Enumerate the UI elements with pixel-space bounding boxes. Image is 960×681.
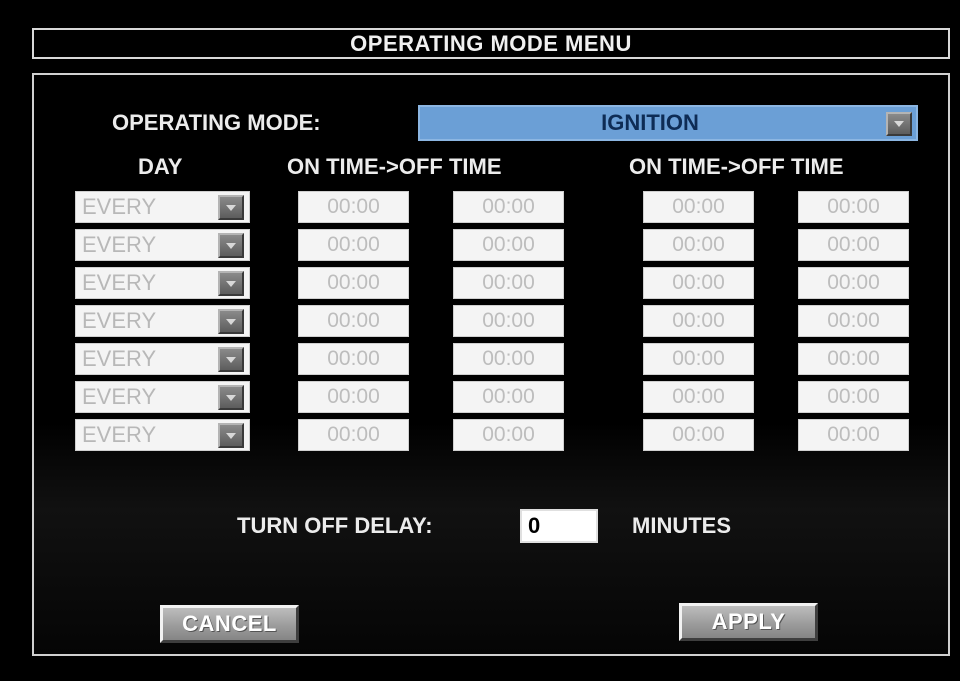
day-select[interactable]: EVERY	[75, 267, 250, 299]
day-select-value: EVERY	[82, 346, 157, 371]
day-select-value: EVERY	[82, 308, 157, 333]
day-select-value: EVERY	[82, 232, 157, 257]
off-time-1-field[interactable]: 00:00	[453, 419, 564, 451]
off-time-1-field[interactable]: 00:00	[453, 191, 564, 223]
off-time-2-field[interactable]: 00:00	[798, 343, 909, 375]
apply-button[interactable]: APPLY	[679, 603, 818, 641]
chevron-down-icon[interactable]	[886, 112, 912, 136]
off-time-2-field[interactable]: 00:00	[798, 229, 909, 261]
off-time-1-field[interactable]: 00:00	[453, 229, 564, 261]
day-select[interactable]: EVERY	[75, 343, 250, 375]
day-select-value: EVERY	[82, 422, 157, 447]
chevron-down-icon[interactable]	[218, 233, 244, 258]
on-time-2-field[interactable]: 00:00	[643, 229, 754, 261]
on-time-2-field[interactable]: 00:00	[643, 191, 754, 223]
column-header-period-1: ON TIME->OFF TIME	[287, 154, 502, 179]
cancel-button[interactable]: CANCEL	[160, 605, 299, 643]
day-select[interactable]: EVERY	[75, 381, 250, 413]
off-time-2-field[interactable]: 00:00	[798, 381, 909, 413]
on-time-2-field[interactable]: 00:00	[643, 419, 754, 451]
chevron-down-icon[interactable]	[218, 347, 244, 372]
off-time-1-field[interactable]: 00:00	[453, 267, 564, 299]
day-select[interactable]: EVERY	[75, 419, 250, 451]
on-time-1-field[interactable]: 00:00	[298, 191, 409, 223]
page-title: OPERATING MODE MENU	[350, 30, 632, 56]
column-header-day: DAY	[138, 154, 183, 179]
turn-off-delay-unit: MINUTES	[632, 513, 731, 538]
on-time-1-field[interactable]: 00:00	[298, 267, 409, 299]
on-time-2-field[interactable]: 00:00	[643, 267, 754, 299]
off-time-2-field[interactable]: 00:00	[798, 191, 909, 223]
turn-off-delay-input[interactable]	[520, 509, 598, 543]
chevron-down-icon[interactable]	[218, 271, 244, 296]
off-time-2-field[interactable]: 00:00	[798, 267, 909, 299]
turn-off-delay-label: TURN OFF DELAY:	[237, 513, 433, 538]
chevron-down-icon[interactable]	[218, 385, 244, 410]
off-time-1-field[interactable]: 00:00	[453, 381, 564, 413]
day-select[interactable]: EVERY	[75, 305, 250, 337]
on-time-2-field[interactable]: 00:00	[643, 305, 754, 337]
chevron-down-icon[interactable]	[218, 423, 244, 448]
off-time-2-field[interactable]: 00:00	[798, 305, 909, 337]
day-select[interactable]: EVERY	[75, 191, 250, 223]
title-bar: OPERATING MODE MENU	[32, 28, 950, 59]
on-time-1-field[interactable]: 00:00	[298, 419, 409, 451]
on-time-1-field[interactable]: 00:00	[298, 381, 409, 413]
chevron-down-icon[interactable]	[218, 195, 244, 220]
on-time-2-field[interactable]: 00:00	[643, 343, 754, 375]
off-time-1-field[interactable]: 00:00	[453, 305, 564, 337]
chevron-down-icon[interactable]	[218, 309, 244, 334]
on-time-1-field[interactable]: 00:00	[298, 229, 409, 261]
day-select-value: EVERY	[82, 194, 157, 219]
on-time-2-field[interactable]: 00:00	[643, 381, 754, 413]
off-time-1-field[interactable]: 00:00	[453, 343, 564, 375]
off-time-2-field[interactable]: 00:00	[798, 419, 909, 451]
operating-mode-value: IGNITION	[601, 110, 699, 135]
on-time-1-field[interactable]: 00:00	[298, 305, 409, 337]
day-select-value: EVERY	[82, 384, 157, 409]
on-time-1-field[interactable]: 00:00	[298, 343, 409, 375]
day-select[interactable]: EVERY	[75, 229, 250, 261]
operating-mode-label: OPERATING MODE:	[112, 110, 321, 135]
column-header-period-2: ON TIME->OFF TIME	[629, 154, 844, 179]
day-select-value: EVERY	[82, 270, 157, 295]
operating-mode-select[interactable]: IGNITION	[418, 105, 918, 141]
